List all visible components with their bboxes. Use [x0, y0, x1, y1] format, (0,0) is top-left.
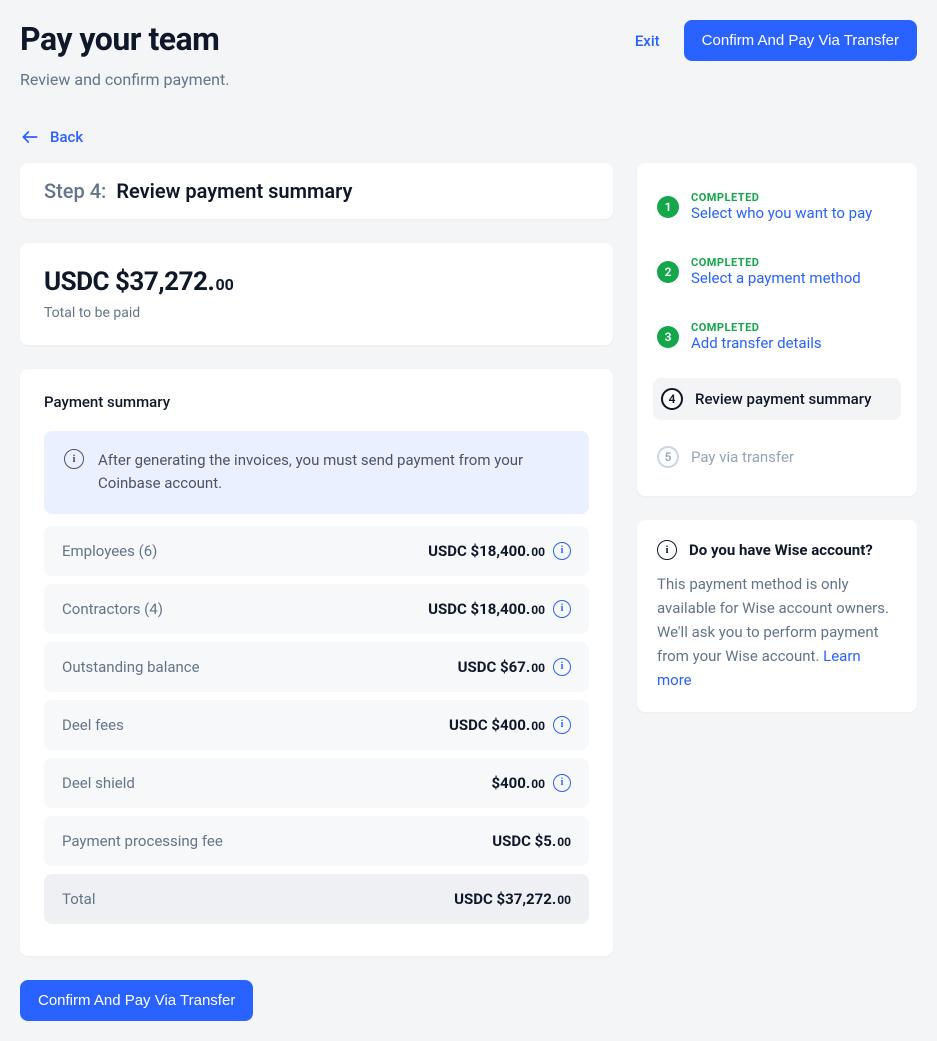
line-value: USDC $67.00	[458, 658, 545, 676]
page-title: Pay your team	[20, 20, 229, 58]
total-amount-cents: 00	[215, 275, 233, 294]
total-amount: USDC $37,272.00	[44, 267, 589, 297]
step-label: Select a payment method	[691, 269, 861, 287]
step-number-badge: 3	[657, 326, 679, 348]
info-icon: i	[64, 449, 84, 469]
left-column: Step 4: Review payment summary USDC $37,…	[20, 163, 613, 1021]
progress-stepper: 1COMPLETEDSelect who you want to pay2COM…	[637, 163, 917, 496]
step-status: COMPLETED	[691, 256, 861, 269]
back-button[interactable]: Back	[20, 127, 917, 147]
stepper-item-5: 5 Pay via transfer	[653, 438, 901, 476]
info-icon[interactable]: i	[553, 774, 571, 792]
stepper-item-2[interactable]: 2 COMPLETEDSelect a payment method	[653, 248, 901, 295]
info-icon[interactable]: i	[553, 600, 571, 618]
title-block: Pay your team Review and confirm payment…	[20, 20, 229, 89]
stepper-item-1[interactable]: 1 COMPLETEDSelect who you want to pay	[653, 183, 901, 230]
line-item: Outstanding balance USDC $67.00 i	[44, 642, 589, 692]
line-value: USDC $18,400.00	[428, 600, 545, 618]
wise-title: Do you have Wise account?	[689, 541, 873, 559]
step-status: COMPLETED	[691, 321, 822, 334]
info-icon[interactable]: i	[553, 658, 571, 676]
confirm-pay-button-top[interactable]: Confirm And Pay Via Transfer	[684, 20, 917, 61]
step-label: Pay via transfer	[691, 448, 794, 466]
page-header: Pay your team Review and confirm payment…	[20, 20, 917, 89]
step-header-card: Step 4: Review payment summary	[20, 163, 613, 219]
total-amount-main: USDC $37,272.	[44, 267, 214, 297]
info-icon: i	[657, 540, 677, 560]
info-icon[interactable]: i	[553, 716, 571, 734]
line-label-total: Total	[62, 890, 96, 908]
step-label: Select who you want to pay	[691, 204, 872, 222]
line-value: $400.00	[491, 774, 545, 792]
line-label: Outstanding balance	[62, 658, 200, 676]
right-column: 1COMPLETEDSelect who you want to pay2COM…	[637, 163, 917, 712]
line-item: Deel shield $400.00 i	[44, 758, 589, 808]
step-number-badge: 1	[657, 196, 679, 218]
payment-summary-card: Payment summary i After generating the i…	[20, 369, 613, 956]
arrow-left-icon	[20, 127, 40, 147]
line-label: Deel fees	[62, 716, 124, 734]
step-title: Review payment summary	[116, 179, 352, 203]
wise-info-card: i Do you have Wise account? This payment…	[637, 520, 917, 712]
line-value: USDC $400.00	[449, 716, 545, 734]
step-status: COMPLETED	[691, 191, 872, 204]
line-item-total: Total USDC $37,272.00	[44, 874, 589, 924]
line-label: Payment processing fee	[62, 832, 223, 850]
step-label: Add transfer details	[691, 334, 822, 352]
line-value: USDC $18,400.00	[428, 542, 545, 560]
exit-link[interactable]: Exit	[635, 32, 660, 50]
line-label: Deel shield	[62, 774, 135, 792]
line-item: Payment processing fee USDC $5.00	[44, 816, 589, 866]
step-number-badge: 5	[657, 446, 679, 468]
line-value: USDC $5.00	[492, 832, 571, 850]
coinbase-info-banner: i After generating the invoices, you mus…	[44, 431, 589, 514]
line-value-total: USDC $37,272.00	[454, 890, 571, 908]
step-number-badge: 2	[657, 261, 679, 283]
line-item: Contractors (4) USDC $18,400.00 i	[44, 584, 589, 634]
step-prefix: Step 4:	[44, 179, 106, 203]
line-label: Employees (6)	[62, 542, 157, 560]
stepper-item-3[interactable]: 3 COMPLETEDAdd transfer details	[653, 313, 901, 360]
confirm-pay-button-bottom[interactable]: Confirm And Pay Via Transfer	[20, 980, 253, 1021]
line-items-list: Employees (6)USDC $18,400.00iContractors…	[44, 526, 589, 866]
stepper-item-4: 4 Review payment summary	[653, 378, 901, 420]
line-item: Employees (6) USDC $18,400.00 i	[44, 526, 589, 576]
step-number-badge: 4	[661, 388, 683, 410]
line-item: Deel fees USDC $400.00 i	[44, 700, 589, 750]
total-card: USDC $37,272.00 Total to be paid	[20, 243, 613, 345]
header-actions: Exit Confirm And Pay Via Transfer	[635, 20, 917, 61]
page-subtitle: Review and confirm payment.	[20, 70, 229, 89]
info-icon[interactable]: i	[553, 542, 571, 560]
step-label: Review payment summary	[695, 390, 872, 408]
summary-heading: Payment summary	[44, 393, 589, 411]
total-caption: Total to be paid	[44, 305, 589, 321]
wise-body: This payment method is only available fo…	[657, 572, 897, 692]
back-label: Back	[50, 128, 83, 146]
line-label: Contractors (4)	[62, 600, 163, 618]
banner-message: After generating the invoices, you must …	[98, 449, 569, 496]
